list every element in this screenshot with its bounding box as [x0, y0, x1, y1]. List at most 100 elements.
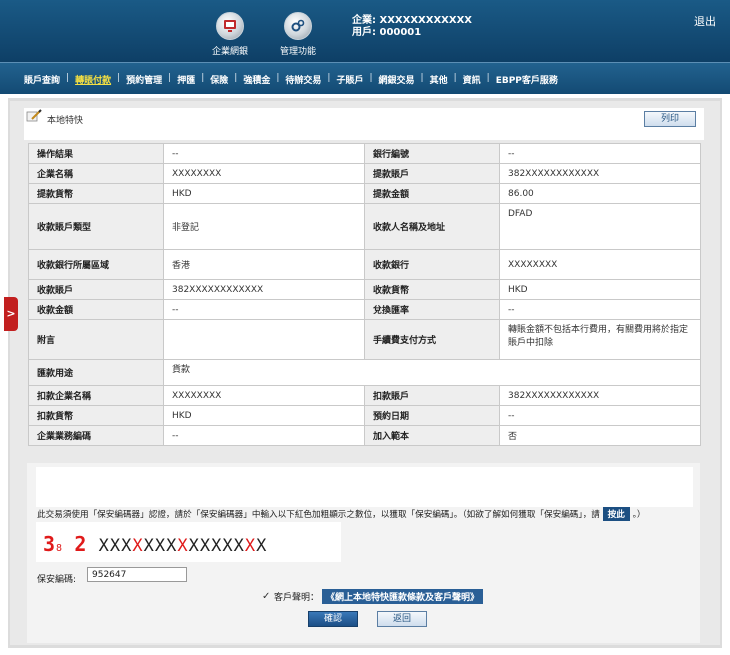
code-character: X — [132, 536, 144, 556]
menu-item[interactable]: 押匯 — [175, 73, 197, 86]
menu-item[interactable]: 其他 — [428, 73, 450, 86]
menu-item[interactable]: 資訊 — [461, 73, 483, 86]
field-label: 附言 — [28, 319, 164, 360]
code-character: X — [256, 536, 268, 556]
field-value: XXXXXXXX — [499, 249, 701, 280]
field-label: 提款賬戶 — [364, 163, 500, 184]
code-subscript: 8 — [56, 543, 64, 554]
menu-item[interactable]: 子賬戶 — [334, 73, 365, 86]
instruction-end: 。） — [632, 510, 646, 520]
field-label: 提款金額 — [364, 183, 500, 204]
print-button[interactable]: 列印 — [644, 111, 696, 127]
table-row: 企業業務編碼 -- 加入範本否 — [28, 425, 701, 446]
menu-separator: | — [327, 73, 331, 83]
code-character: X — [98, 536, 110, 556]
field-label: 收款銀行 — [364, 249, 500, 280]
nav-corporate-banking[interactable]: 企業網銀 — [200, 12, 260, 57]
field-value: HKD — [499, 279, 701, 300]
security-instruction: 此交易須使用「保安編碼器」認證，請於「保安編碼器」中輸入以下紅色加粗顯示之數位，… — [37, 507, 645, 521]
field-value: 382XXXXXXXXXXXX — [163, 279, 365, 300]
company-name: 企業: XXXXXXXXXXXX — [352, 15, 472, 26]
menu-separator: | — [168, 73, 172, 83]
field-value: 否 — [499, 425, 701, 446]
code-character: X — [177, 536, 189, 556]
code-character: X — [244, 536, 257, 556]
menu-separator: | — [486, 73, 490, 83]
menu-item[interactable]: 網銀交易 — [377, 73, 417, 86]
field-value: 非登記 — [163, 203, 365, 250]
menu-separator: | — [201, 73, 205, 83]
code-characters: XXXXXXXXXXXXXXX — [99, 536, 268, 556]
field-label: 收款賬戶 — [28, 279, 164, 300]
field-value: -- — [499, 143, 701, 164]
table-row: 扣款企業名稱 XXXXXXXX 扣款賬戶 382XXXXXXXXXXXX — [28, 385, 701, 406]
confirm-button[interactable]: 確認 — [308, 611, 358, 627]
press-here-button[interactable]: 按此 — [602, 507, 630, 521]
field-value: HKD — [163, 183, 365, 204]
field-label: 收款銀行所屬區域 — [28, 249, 164, 280]
code-character: X — [154, 536, 167, 556]
field-label: 提款貨幣 — [28, 183, 164, 204]
field-label: 操作結果 — [28, 143, 164, 164]
menu-separator: | — [369, 73, 373, 83]
field-value: -- — [499, 299, 701, 320]
table-row: 附言 手續費支付方式 轉賬金額不包括本行費用，有關費用將於指定賬戶中扣除 — [28, 319, 701, 360]
menu-item[interactable]: EBPP客戶服務 — [494, 73, 560, 86]
transaction-details-table: 操作結果 -- 銀行編號 -- 企業名稱 XXXXXXXX 提款賬戶 382XXXXXXXXX… — [28, 143, 701, 446]
field-value: 香港 — [163, 249, 365, 280]
field-label: 收款人名稱及地址 — [364, 203, 500, 250]
field-value — [163, 319, 365, 360]
code-character: X — [166, 536, 178, 556]
security-code-input[interactable] — [87, 567, 187, 582]
monitor-icon — [216, 12, 244, 40]
field-label: 收款賬戶類型 — [28, 203, 164, 250]
challenge-code: 38 2 XXXXXXXXXXXXXXX — [43, 532, 267, 556]
menu-item[interactable]: 預約管理 — [124, 73, 164, 86]
table-row: 收款賬戶 382XXXXXXXXXXXX 收款貨幣 HKD — [28, 279, 701, 300]
menu-separator: | — [66, 73, 70, 83]
field-label: 銀行編號 — [364, 143, 500, 164]
logout-link[interactable]: 退出 — [694, 13, 716, 29]
code-character: X — [121, 536, 133, 556]
menu-item[interactable]: 強積金 — [241, 73, 272, 86]
field-value: XXXXXXXX — [163, 385, 365, 406]
menu-separator: | — [117, 73, 121, 83]
title-band — [24, 108, 704, 140]
code-digit: 2 — [74, 532, 88, 556]
table-row: 匯款用途 貨款 — [28, 359, 701, 386]
field-label: 收款金額 — [28, 299, 164, 320]
declaration-link[interactable]: 《網上本地特快匯款條款及客戶聲明》 — [322, 589, 484, 604]
field-value: XXXXXXXX — [163, 163, 365, 184]
field-value: 轉賬金額不包括本行費用，有關費用將於指定賬戶中扣除 — [499, 319, 701, 360]
nav-management[interactable]: 管理功能 — [268, 12, 328, 57]
field-value: -- — [163, 299, 365, 320]
table-row: 收款賬戶類型 非登記 收款人名稱及地址 DFAD — [28, 203, 701, 250]
action-bar: 確認 返回 — [27, 606, 700, 632]
table-row: 收款銀行所屬區域 香港 收款銀行 XXXXXXXX — [28, 249, 701, 280]
menu-separator: | — [276, 73, 280, 83]
menu-item[interactable]: 賬戶查詢 — [22, 73, 62, 86]
code-character: X — [199, 536, 212, 556]
field-value: 貨款 — [163, 359, 701, 386]
field-label: 企業業務編碼 — [28, 425, 164, 446]
table-row: 企業名稱 XXXXXXXX 提款賬戶 382XXXXXXXXXXXX — [28, 163, 701, 184]
code-character: X — [211, 536, 223, 556]
declaration-checkbox[interactable]: ✓ — [262, 591, 272, 602]
security-info-box — [36, 467, 693, 507]
field-label: 匯款用途 — [28, 359, 164, 386]
field-value: -- — [163, 143, 365, 164]
menu-item[interactable]: 轉賬付款 — [73, 73, 113, 86]
menu-item[interactable]: 待辦交易 — [283, 73, 323, 86]
gears-icon — [284, 12, 312, 40]
side-expand-tab[interactable]: > — [4, 297, 18, 331]
code-character: X — [143, 536, 155, 556]
instruction-text: 此交易須使用「保安編碼器」認證，請於「保安編碼器」中輸入以下紅色加粗顯示之數位，… — [37, 510, 600, 520]
field-label: 扣款賬戶 — [364, 385, 500, 406]
menu-separator: | — [234, 73, 238, 83]
field-label: 收款貨幣 — [364, 279, 500, 300]
security-panel: 此交易須使用「保安編碼器」認證，請於「保安編碼器」中輸入以下紅色加粗顯示之數位，… — [27, 463, 700, 643]
user-id: 用戶: 000001 — [352, 27, 422, 38]
menu-item[interactable]: 保險 — [208, 73, 230, 86]
back-button[interactable]: 返回 — [377, 611, 427, 627]
top-header: 企業網銀 管理功能 企業: XXXXXXXXXXXX 用戶: 000001 退出 — [0, 0, 730, 62]
